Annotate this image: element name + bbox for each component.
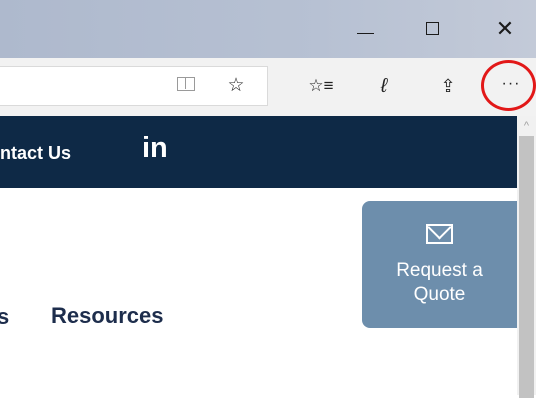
envelope-icon (426, 224, 453, 244)
web-note-icon[interactable]: ℓ (370, 74, 398, 98)
title-bar: ✕ (0, 0, 536, 58)
favorites-hub-icon[interactable]: ☆≡ (307, 74, 335, 98)
vertical-scrollbar[interactable]: ^ (517, 116, 536, 398)
nav-link-contact-us[interactable]: ntact Us (0, 143, 71, 164)
request-quote-line1: Request a (396, 260, 483, 281)
scroll-thumb[interactable] (519, 136, 534, 398)
menu-item-resources[interactable]: Resources (51, 303, 164, 329)
reading-view-icon[interactable] (172, 74, 200, 98)
highlight-circle (481, 60, 536, 111)
maximize-button[interactable] (415, 12, 451, 46)
scroll-up-arrow-icon[interactable]: ^ (517, 116, 536, 134)
site-nav-bar: ntact Us in (0, 116, 517, 188)
request-quote-line2: Quote (413, 284, 466, 305)
close-button[interactable]: ✕ (487, 12, 523, 46)
browser-toolbar: ☆ ☆≡ ℓ ⇪ ··· (0, 58, 536, 117)
minimize-button[interactable] (348, 12, 384, 46)
add-favorite-icon[interactable]: ☆ (222, 74, 250, 98)
share-icon[interactable]: ⇪ (434, 74, 462, 98)
request-quote-button[interactable]: Request a Quote (362, 201, 517, 328)
request-quote-label: Request a Quote (362, 259, 517, 307)
linkedin-icon[interactable]: in (142, 132, 168, 165)
menu-item-partial[interactable]: s (0, 304, 9, 330)
